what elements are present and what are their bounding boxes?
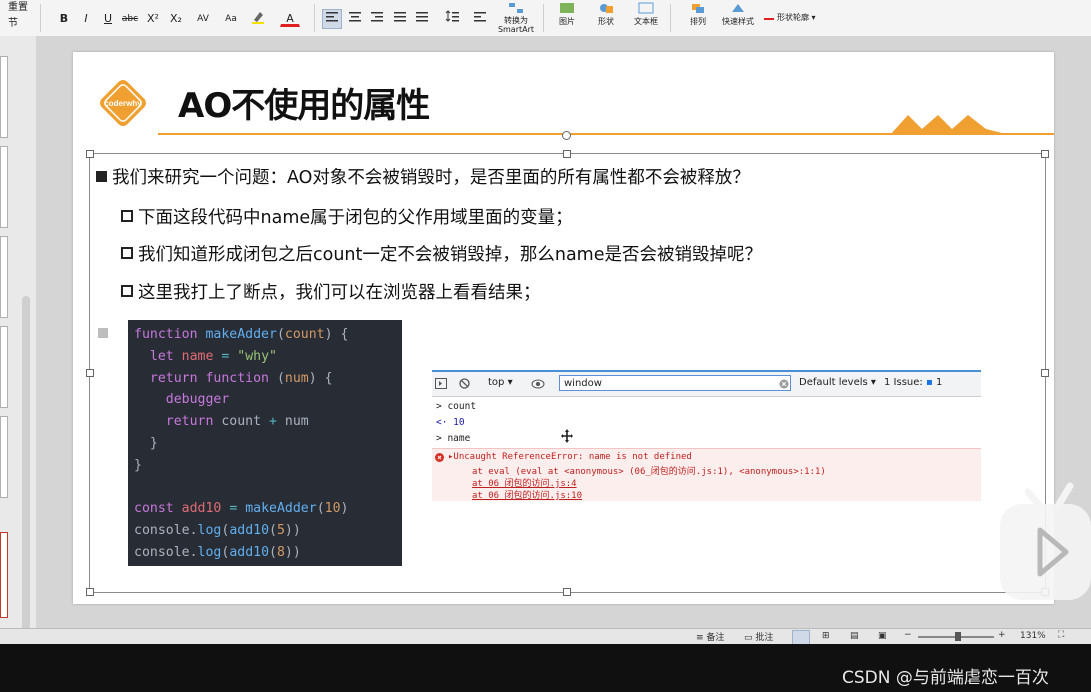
insert-shape-button[interactable]: 形状 <box>584 2 628 27</box>
code-screenshot: function makeAdder(count) { let name = "… <box>128 320 402 566</box>
eye-icon[interactable] <box>531 379 545 389</box>
sidebar-toggle-icon[interactable] <box>435 378 447 389</box>
error-message[interactable]: ▸Uncaught ReferenceError: name is not de… <box>448 452 692 462</box>
fit-slide-icon[interactable]: ⛶ <box>1058 630 1064 640</box>
ribbon-toolbar: 重置 节 B I U abc X² X₂ AV Aa A 转换为 SmartAr… <box>0 0 1091 37</box>
devtools-console-screenshot: top ▾ window Default levels ▾ 1 Issue: ▪… <box>432 370 981 501</box>
justify-icon[interactable] <box>390 9 410 29</box>
move-cursor-icon <box>561 429 573 443</box>
resize-handle[interactable] <box>1041 150 1049 158</box>
align-center-icon[interactable] <box>345 9 365 29</box>
console-error-block: ▸Uncaught ReferenceError: name is not de… <box>432 448 981 501</box>
normal-view-icon[interactable] <box>792 630 810 645</box>
subscript-button[interactable]: X₂ <box>166 9 186 29</box>
slide-thumbnail[interactable] <box>0 146 8 228</box>
video-play-tv-icon[interactable] <box>1000 482 1091 600</box>
slide-title: AO不使用的属性 <box>178 86 430 126</box>
bullet-open-square-icon <box>121 247 133 259</box>
line-spacing-icon[interactable] <box>442 9 462 29</box>
sub-bullet: 我们知道形成闭包之后count一定不会被销毁掉，那么name是否会被销毁掉呢？ <box>121 241 762 266</box>
resize-handle[interactable] <box>86 588 94 596</box>
sub-bullet: 下面这段代码中name属于闭包的父作用域里面的变量； <box>121 204 573 229</box>
quick-style-button[interactable]: 快速样式 <box>716 2 760 27</box>
zoom-out-button[interactable]: − <box>904 630 912 640</box>
superscript-button[interactable]: X² <box>143 9 163 29</box>
scrollbar[interactable] <box>22 296 30 656</box>
console-result-row: <· 10 <box>436 417 465 428</box>
distribute-icon[interactable] <box>412 9 432 29</box>
issues-button[interactable]: 1 Issue: ▪ 1 <box>884 377 942 388</box>
zoom-in-button[interactable]: + <box>998 630 1006 640</box>
notes-button[interactable]: ≡ 备注 <box>696 630 724 643</box>
log-levels-dropdown[interactable]: Default levels ▾ <box>799 377 876 388</box>
reset-button[interactable]: 重置 <box>8 0 28 16</box>
status-bar: ≡ 备注 ▭ 批注 ⊞ ▤ ▣ − + 131% ⛶ <box>0 628 1091 645</box>
slide-thumbnail[interactable] <box>0 326 8 408</box>
slide-thumbnail[interactable] <box>0 236 8 318</box>
bullet-open-square-icon <box>121 210 133 222</box>
convert-smartart-button[interactable]: 转换为 SmartArt <box>494 2 538 34</box>
text-direction-icon[interactable] <box>470 9 490 29</box>
comments-button[interactable]: ▭ 批注 <box>744 630 773 643</box>
insert-picture-button[interactable]: 图片 <box>545 2 589 27</box>
context-selector[interactable]: top ▾ <box>488 377 513 388</box>
font-color-button[interactable]: A <box>280 9 300 27</box>
bullet-open-square-icon <box>121 285 133 297</box>
resize-handle[interactable] <box>86 150 94 158</box>
highlight-icon[interactable] <box>248 9 268 29</box>
char-spacing-button[interactable]: AV <box>190 9 216 29</box>
section-button[interactable]: 节 <box>8 16 18 32</box>
slideshow-icon[interactable]: ▣ <box>878 631 887 641</box>
console-filter-input[interactable]: window <box>559 375 791 391</box>
underline-button[interactable]: U <box>98 9 118 29</box>
watermark: CSDN @与前端虐恋一百次 <box>842 668 1049 688</box>
insert-textbox-button[interactable]: 文本框 <box>624 2 668 27</box>
resize-handle[interactable] <box>1041 369 1049 377</box>
svg-text:coderwhy: coderwhy <box>104 99 142 108</box>
reading-view-icon[interactable]: ▤ <box>850 631 859 641</box>
align-right-icon[interactable] <box>367 9 387 29</box>
rotate-handle-icon[interactable] <box>561 130 572 141</box>
bold-button[interactable]: B <box>54 9 74 29</box>
resize-handle[interactable] <box>563 588 571 596</box>
clear-console-icon[interactable] <box>459 378 470 389</box>
slide-sorter-icon[interactable]: ⊞ <box>822 631 830 641</box>
zoom-level[interactable]: 131% <box>1020 631 1046 641</box>
mountain-decoration-icon <box>890 115 1010 135</box>
shape-outline-button[interactable]: 形状轮廓 ▾ <box>764 10 834 26</box>
sub-bullet: 这里我打上了断点，我们可以在浏览器上看看结果； <box>121 279 541 304</box>
slide-thumbnail[interactable] <box>0 416 8 498</box>
strikethrough-button[interactable]: abc <box>120 9 140 29</box>
arrange-button[interactable]: 排列 <box>676 2 720 27</box>
resize-handle[interactable] <box>86 369 94 377</box>
error-icon <box>435 453 444 462</box>
slide-thumbnail-selected[interactable] <box>0 532 8 618</box>
clear-filter-icon[interactable] <box>779 379 789 389</box>
bullet-square-icon <box>98 328 108 338</box>
bullet-main: 我们来研究一个问题：AO对象不会被销毁时，是否里面的所有属性都不会被释放？ <box>96 164 750 189</box>
change-case-button[interactable]: Aa <box>218 9 244 29</box>
console-row[interactable]: > name <box>436 433 985 444</box>
stack-frame[interactable]: at 06_闭包的访问.js:10 <box>472 488 582 501</box>
bullet-square-icon <box>96 171 107 182</box>
slide-thumbnail-panel <box>0 36 37 656</box>
console-row[interactable]: > count <box>436 401 985 412</box>
align-left-icon[interactable] <box>322 9 342 29</box>
italic-button[interactable]: I <box>76 9 96 29</box>
coderwhy-logo: coderwhy <box>100 80 146 126</box>
console-toolbar: top ▾ window Default levels ▾ 1 Issue: ▪… <box>432 372 981 397</box>
zoom-slider-thumb[interactable] <box>955 632 961 641</box>
slide-thumbnail[interactable] <box>0 56 8 138</box>
resize-handle[interactable] <box>563 150 571 158</box>
